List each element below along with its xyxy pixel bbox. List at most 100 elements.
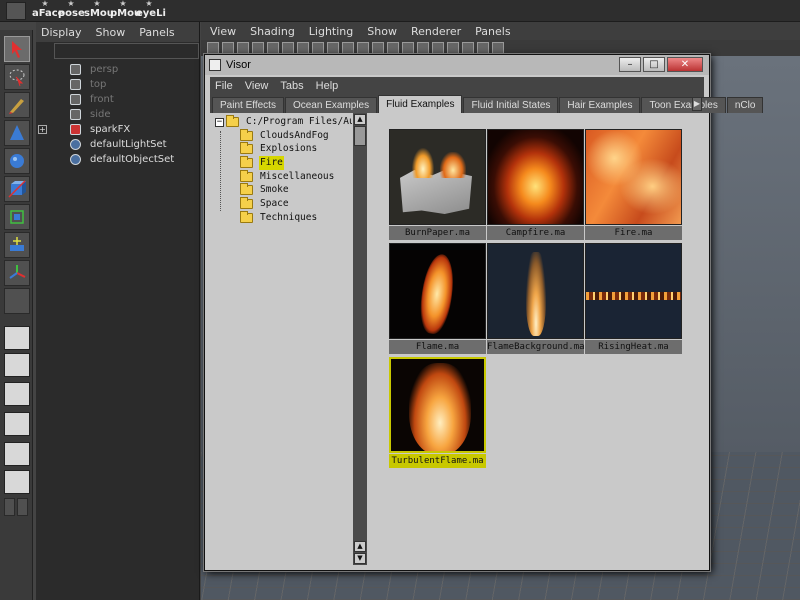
outliner-item-defaultobjectset[interactable]: defaultObjectSet bbox=[36, 152, 199, 167]
viewport-menu-shading[interactable]: Shading bbox=[250, 25, 295, 38]
xray-icon[interactable] bbox=[402, 42, 414, 54]
soft-mod-tool[interactable] bbox=[4, 232, 30, 258]
thumbnail-turbulentflame[interactable]: TurbulentFlame.ma bbox=[389, 357, 486, 468]
hud-icon[interactable] bbox=[432, 42, 444, 54]
universal-manip-tool[interactable] bbox=[4, 204, 30, 230]
film-gate-icon[interactable] bbox=[282, 42, 294, 54]
visor-titlebar[interactable]: Visor – □ ✕ bbox=[205, 55, 709, 75]
tree-scrollbar[interactable]: ▲ ▲ ▼ bbox=[353, 113, 367, 565]
scroll-down-icon[interactable]: ▼ bbox=[354, 553, 366, 564]
tab-toon-examples[interactable]: Toon Examples bbox=[641, 97, 726, 113]
bookmark-icon[interactable] bbox=[237, 42, 249, 54]
smooth-shade-icon[interactable] bbox=[327, 42, 339, 54]
select-tool[interactable] bbox=[4, 36, 30, 62]
visor-menu-view[interactable]: View bbox=[245, 80, 269, 92]
tree-folder-techniques[interactable]: Techniques bbox=[212, 210, 352, 225]
tab-fluid-initial-states[interactable]: Fluid Initial States bbox=[463, 97, 559, 113]
move-tool[interactable] bbox=[4, 120, 30, 146]
tab-hair-examples[interactable]: Hair Examples bbox=[559, 97, 641, 113]
thumbnail-flame[interactable]: Flame.ma bbox=[389, 243, 486, 354]
visor-menu-file[interactable]: File bbox=[215, 80, 233, 92]
motion-blur-icon[interactable] bbox=[462, 42, 474, 54]
rotate-tool[interactable] bbox=[4, 148, 30, 174]
tree-folder-space[interactable]: Space bbox=[212, 197, 352, 211]
outliner-search-input[interactable] bbox=[54, 43, 199, 59]
grid-icon[interactable] bbox=[267, 42, 279, 54]
viewport-menu-view[interactable]: View bbox=[210, 25, 236, 38]
layout-render-icon[interactable] bbox=[4, 470, 30, 494]
outliner-menu-show[interactable]: Show bbox=[96, 26, 126, 39]
tree-folder-smoke[interactable]: Smoke bbox=[212, 183, 352, 197]
outliner-item-side[interactable]: side bbox=[36, 107, 199, 122]
outliner-item-defaultlightset[interactable]: defaultLightSet bbox=[36, 137, 199, 152]
dof-icon[interactable] bbox=[492, 42, 504, 54]
tree-folder-miscellaneous[interactable]: Miscellaneous bbox=[212, 169, 352, 184]
thumbnail-risingheat[interactable]: RisingHeat.ma bbox=[585, 243, 682, 354]
shelf-aface[interactable]: ★ aFace bbox=[32, 0, 64, 22]
scroll-up-icon[interactable]: ▲ bbox=[354, 114, 366, 125]
wireframe-icon[interactable] bbox=[312, 42, 324, 54]
shelf-eyeli[interactable]: ★ eyeLi bbox=[136, 0, 166, 22]
camera-attr-icon[interactable] bbox=[222, 42, 234, 54]
tab-fluid-examples[interactable]: Fluid Examples bbox=[378, 95, 463, 113]
outliner-menu-display[interactable]: Display bbox=[41, 26, 82, 39]
ao-icon[interactable] bbox=[447, 42, 459, 54]
thumbnail-campfire[interactable]: Campfire.ma bbox=[487, 129, 584, 240]
xray-joints-icon[interactable] bbox=[417, 42, 429, 54]
collapse-icon[interactable]: − bbox=[215, 118, 224, 127]
viewport-menu-renderer[interactable]: Renderer bbox=[411, 25, 461, 38]
light-icon[interactable] bbox=[357, 42, 369, 54]
scroll-up-bottom-icon[interactable]: ▲ bbox=[354, 541, 366, 552]
lasso-tool[interactable] bbox=[4, 64, 30, 90]
minimize-button[interactable]: – bbox=[619, 57, 641, 72]
tree-folder-explosions[interactable]: Explosions bbox=[212, 142, 352, 156]
tree-folder-fire[interactable]: Fire bbox=[212, 156, 352, 171]
visor-menu-tabs[interactable]: Tabs bbox=[280, 80, 303, 92]
paint-select-tool[interactable] bbox=[4, 92, 30, 118]
shadow-icon[interactable] bbox=[372, 42, 384, 54]
camera-select-icon[interactable] bbox=[207, 42, 219, 54]
shelf-pmou[interactable]: ★ pMou bbox=[110, 0, 141, 22]
texture-icon[interactable] bbox=[342, 42, 354, 54]
layout-outliner-icon[interactable] bbox=[4, 382, 30, 406]
isolate-icon[interactable] bbox=[387, 42, 399, 54]
outliner-menu-panels[interactable]: Panels bbox=[139, 26, 174, 39]
thumbnail-burnpaper[interactable]: BurnPaper.ma bbox=[389, 129, 486, 240]
show-manip-tool[interactable] bbox=[4, 260, 30, 286]
outliner-item-persp[interactable]: persp bbox=[36, 62, 199, 77]
tab-ocean-examples[interactable]: Ocean Examples bbox=[284, 97, 378, 113]
antialias-icon[interactable] bbox=[477, 42, 489, 54]
thumbnail-flamebackground[interactable]: FlameBackground.ma bbox=[487, 243, 584, 354]
outliner-item-top[interactable]: top bbox=[36, 77, 199, 92]
layout-next-button[interactable] bbox=[17, 498, 28, 516]
shelf-pose[interactable]: ★ pose bbox=[58, 0, 85, 22]
tab-paint-effects[interactable]: Paint Effects bbox=[212, 97, 284, 113]
layout-four-icon[interactable] bbox=[4, 353, 30, 377]
close-button[interactable]: ✕ bbox=[667, 57, 703, 72]
outliner-item-front[interactable]: front bbox=[36, 92, 199, 107]
viewport-menu-panels[interactable]: Panels bbox=[475, 25, 510, 38]
tree-root[interactable]: − C:/Program Files/Au bbox=[212, 115, 352, 129]
shelf-smou[interactable]: ★ sMou bbox=[84, 0, 114, 22]
campfire-preview-image bbox=[487, 129, 584, 225]
scale-tool[interactable] bbox=[4, 176, 30, 202]
layout-prev-button[interactable] bbox=[4, 498, 15, 516]
expand-icon[interactable]: + bbox=[38, 125, 47, 134]
layout-hypershade-icon[interactable] bbox=[4, 442, 30, 466]
visor-menu-help[interactable]: Help bbox=[316, 80, 339, 92]
last-tool[interactable] bbox=[4, 288, 30, 314]
image-plane-icon[interactable] bbox=[252, 42, 264, 54]
layout-single-icon[interactable] bbox=[4, 326, 30, 350]
viewport-menu-show[interactable]: Show bbox=[367, 25, 397, 38]
outliner-item-sparkfx[interactable]: + sparkFX bbox=[36, 122, 199, 137]
tab-scroll-right-icon[interactable]: ▶ bbox=[692, 97, 702, 111]
tab-ncloth[interactable]: nClo bbox=[726, 97, 764, 113]
maximize-button[interactable]: □ bbox=[643, 57, 665, 72]
shelf-menu-icon[interactable] bbox=[6, 2, 26, 20]
scroll-thumb[interactable] bbox=[354, 126, 366, 146]
resolution-gate-icon[interactable] bbox=[297, 42, 309, 54]
viewport-menu-lighting[interactable]: Lighting bbox=[309, 25, 353, 38]
thumbnail-fire[interactable]: Fire.ma bbox=[585, 129, 682, 240]
layout-graph-icon[interactable] bbox=[4, 412, 30, 436]
tree-folder-cloudsandfog[interactable]: CloudsAndFog bbox=[212, 128, 352, 143]
